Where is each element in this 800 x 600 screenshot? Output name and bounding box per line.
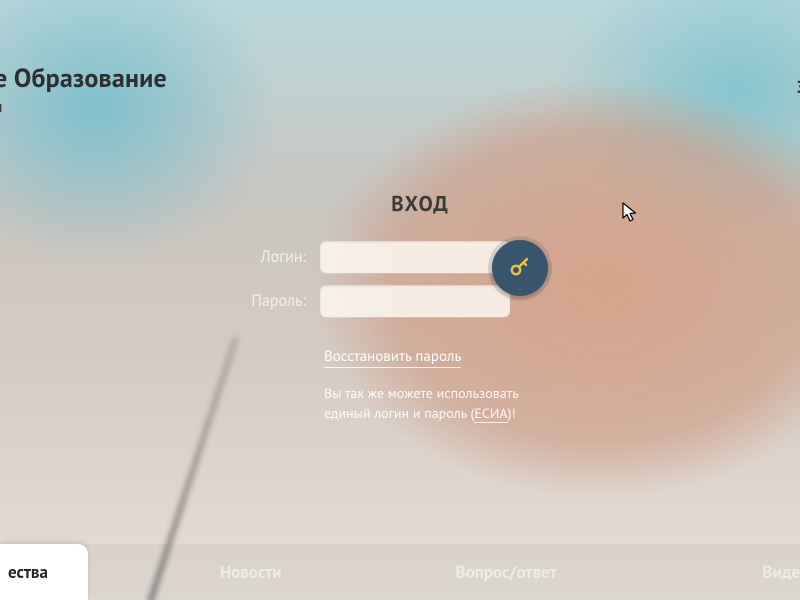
tab-news[interactable]: Новости	[188, 544, 314, 600]
tab-video[interactable]: Виде	[730, 544, 800, 600]
login-title: ВХОД	[200, 190, 580, 217]
submit-login-button[interactable]	[492, 240, 548, 296]
site-subtitle: и	[0, 98, 2, 117]
key-icon	[508, 255, 532, 282]
password-input[interactable]	[320, 285, 510, 317]
password-label: Пароль:	[200, 291, 320, 311]
esia-hint-suffix: )!	[508, 404, 516, 422]
login-label: Логин:	[200, 247, 320, 267]
mouse-cursor-icon	[622, 202, 638, 224]
tab-faq[interactable]: Вопрос/ответ	[424, 544, 589, 600]
bottom-tabs: ества Новости Вопрос/ответ Виде	[0, 544, 800, 600]
esia-hint: Вы так же можете использовать единый лог…	[324, 384, 564, 423]
login-input[interactable]	[320, 241, 510, 273]
esia-link[interactable]: ЕСИА	[474, 404, 507, 423]
recover-password-link[interactable]: Восстановить пароль	[324, 347, 461, 368]
login-panel: ВХОД Логин: Пароль: Восстановить пароль …	[200, 190, 580, 423]
tab-active[interactable]: ества	[0, 544, 88, 600]
site-title: е Образование	[0, 62, 167, 95]
